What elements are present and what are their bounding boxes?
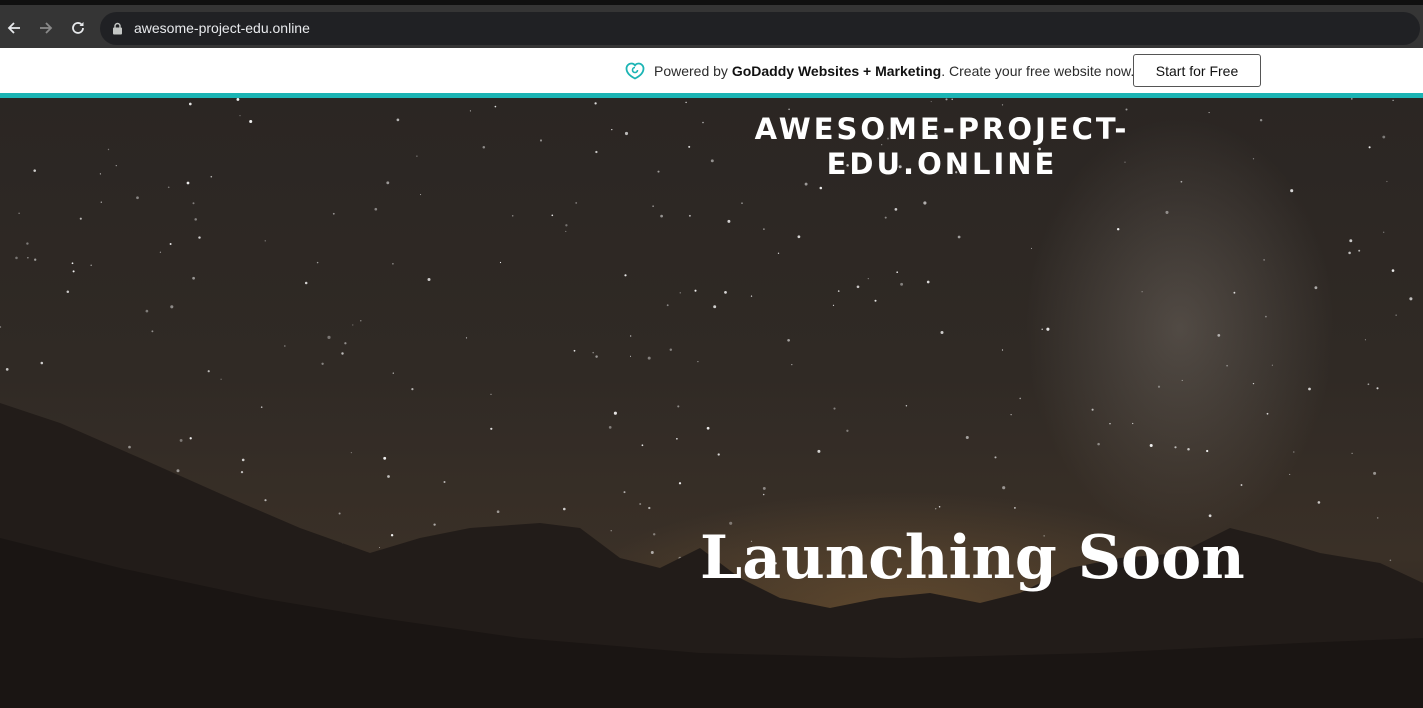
promo-text: Powered by GoDaddy Websites + Marketing.… xyxy=(654,63,1134,79)
launching-soon-heading: Launching Soon xyxy=(700,523,1245,593)
promo-prefix: Powered by xyxy=(654,63,732,79)
site-title-line2: EDU.ONLINE xyxy=(826,147,1058,181)
start-for-free-button[interactable]: Start for Free xyxy=(1133,54,1261,87)
promo-brand: GoDaddy Websites + Marketing xyxy=(731,63,942,79)
reload-icon[interactable] xyxy=(65,15,91,41)
lock-icon xyxy=(113,22,122,35)
promo-banner: Powered by GoDaddy Websites + Marketing.… xyxy=(0,48,1423,93)
browser-toolbar: awesome-project-edu.online xyxy=(0,0,1423,48)
promo-suffix: . Create your free website now. xyxy=(941,63,1135,79)
mountain-silhouette xyxy=(0,403,1423,708)
site-title-line1: AWESOME-PROJECT- xyxy=(754,112,1130,146)
hero-background: AWESOME-PROJECT- EDU.ONLINE Launching So… xyxy=(0,98,1423,708)
forward-arrow-icon[interactable] xyxy=(33,15,59,41)
site-title: AWESOME-PROJECT- EDU.ONLINE xyxy=(742,112,1142,182)
address-bar[interactable]: awesome-project-edu.online xyxy=(100,12,1420,45)
url-text: awesome-project-edu.online xyxy=(134,20,310,36)
godaddy-logo-icon xyxy=(625,62,645,80)
back-arrow-icon[interactable] xyxy=(1,15,27,41)
